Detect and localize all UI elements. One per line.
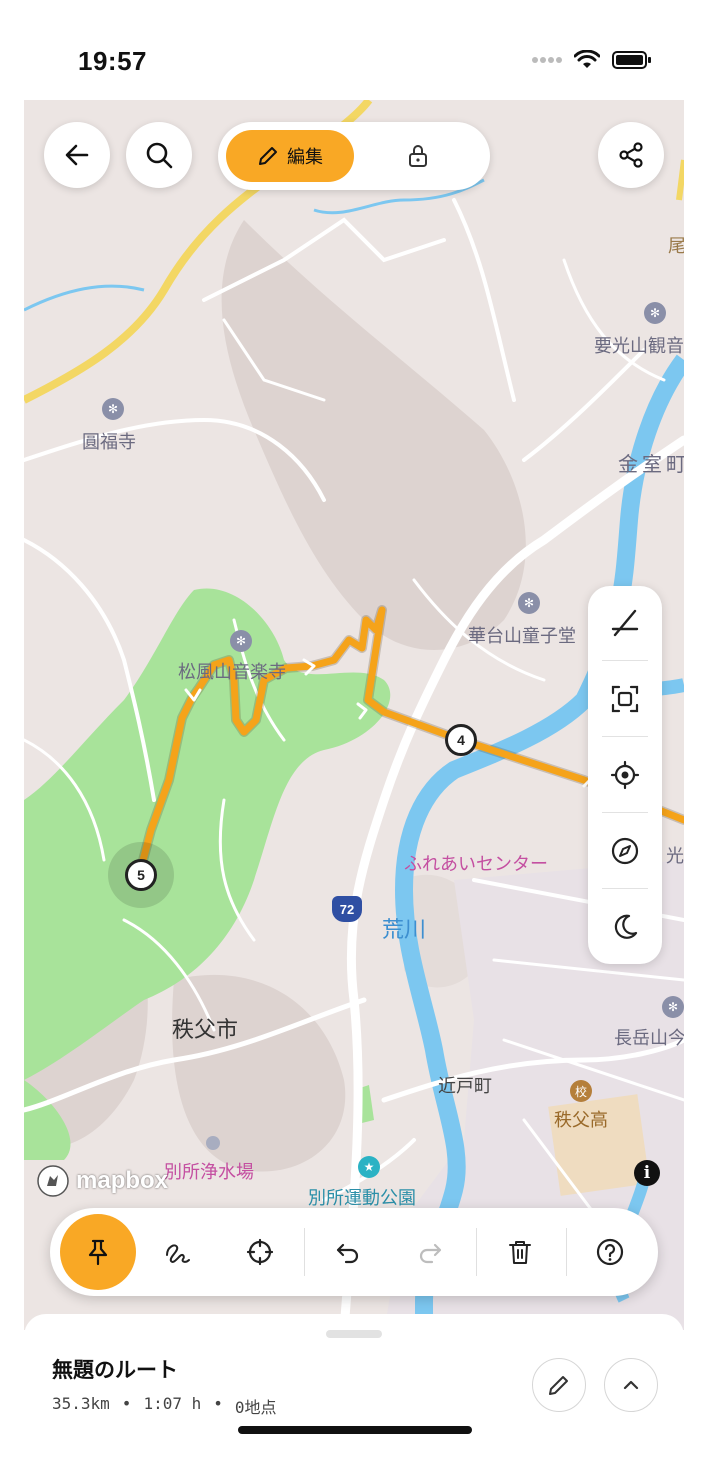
locate-button[interactable]: [588, 738, 662, 812]
park-poi-icon[interactable]: ★: [358, 1156, 380, 1178]
map-label-arakawa: 荒川: [382, 918, 427, 943]
crosshair-icon: [246, 1238, 274, 1266]
map-label-kadaizan: 華台山童子堂: [468, 626, 576, 647]
map-canvas: [24, 100, 684, 1330]
map-label-chougakusan: 長岳山今: [614, 1028, 684, 1049]
facility-poi-icon[interactable]: [206, 1136, 220, 1150]
route-title: 無題のルート: [52, 1358, 178, 1382]
help-icon: [596, 1238, 624, 1266]
school-poi-icon[interactable]: 校: [570, 1080, 592, 1102]
route-stats: 35.3km • 1:07 h • 0地点: [52, 1394, 277, 1418]
temple-poi-icon[interactable]: ✻: [102, 398, 124, 420]
route-line-off-icon: [611, 609, 639, 637]
mapbox-logo-text: mapbox: [76, 1167, 169, 1194]
share-button[interactable]: [598, 122, 664, 188]
status-bar: 19:57: [0, 0, 708, 100]
delete-button[interactable]: [498, 1230, 542, 1274]
search-icon: [146, 142, 173, 169]
redo-button[interactable]: [408, 1230, 452, 1274]
signal-dots-icon: [532, 57, 562, 63]
search-button[interactable]: [126, 122, 192, 188]
map-label-ogura: 尾: [668, 236, 684, 257]
undo-icon: [336, 1243, 359, 1264]
mapbox-logo: mapbox: [36, 1164, 168, 1198]
arrow-left-icon: [65, 144, 89, 166]
map-label-bessho-jousui: 別所浄水場: [164, 1162, 254, 1183]
map-label-fureai: ふれあいセンター: [404, 854, 548, 875]
locate-icon: [610, 760, 640, 790]
toolbar-separator: [476, 1228, 477, 1276]
temple-poi-icon[interactable]: ✻: [644, 302, 666, 324]
temple-poi-icon[interactable]: ✻: [230, 630, 252, 652]
route-sheet[interactable]: 無題のルート 35.3km • 1:07 h • 0地点: [24, 1314, 684, 1472]
fit-bounds-button[interactable]: [588, 662, 662, 736]
dark-mode-button[interactable]: [588, 890, 662, 964]
undo-button[interactable]: [326, 1230, 370, 1274]
mapbox-logo-icon: [37, 1165, 69, 1197]
toolbar-separator: [304, 1228, 305, 1276]
back-button[interactable]: [44, 122, 110, 188]
edit-mode-label: 編集: [287, 147, 323, 168]
map-label-kanamuro: 金室町: [618, 452, 684, 476]
crosshair-tool-button[interactable]: [238, 1230, 282, 1274]
wifi-icon: [574, 50, 600, 68]
attribution-info-button[interactable]: i: [634, 1160, 660, 1186]
tool-separator: [602, 736, 648, 737]
lock-icon: [409, 145, 427, 167]
tool-separator: [602, 660, 648, 661]
map-label-enpukuji: 圓福寺: [82, 432, 136, 453]
help-button[interactable]: [588, 1230, 632, 1274]
route-line-toggle-button[interactable]: [588, 586, 662, 660]
map-label-chichibu-high: 秩父高: [554, 1110, 608, 1131]
map-label-chichibu-city: 秩父市: [172, 1018, 239, 1043]
temple-poi-icon[interactable]: ✻: [518, 592, 540, 614]
waypoint-marker[interactable]: 5: [125, 859, 157, 891]
map-tool-panel: [588, 586, 662, 964]
expand-sheet-button[interactable]: [604, 1358, 658, 1412]
compass-icon: [611, 837, 639, 865]
map-label-yokozan: 要光山観音: [594, 336, 684, 357]
stats-separator: •: [213, 1394, 223, 1413]
battery-icon: [612, 51, 651, 69]
chevron-up-icon: [623, 1380, 639, 1390]
redo-icon: [419, 1243, 442, 1264]
toolbar-separator: [566, 1228, 567, 1276]
road-number-shield: 72: [332, 896, 362, 922]
rename-route-button[interactable]: [532, 1358, 586, 1412]
tool-separator: [602, 888, 648, 889]
compass-button[interactable]: [588, 814, 662, 888]
map-label-hikari: 光: [666, 846, 684, 867]
pin-icon: [88, 1239, 108, 1266]
stats-separator: •: [121, 1394, 132, 1413]
freehand-icon: [166, 1244, 190, 1263]
route-point-count: 0地点: [234, 1398, 277, 1417]
tool-separator: [602, 812, 648, 813]
pencil-icon: [549, 1376, 568, 1395]
pencil-icon: [259, 147, 277, 165]
pin-tool-button[interactable]: [60, 1214, 136, 1290]
edit-toolbar: [50, 1208, 658, 1296]
map-label-chikado: 近戸町: [438, 1076, 492, 1097]
map-view[interactable]: ✻ ✻ ✻ ✻ ✻ 校 ★ 圓福寺 要光山観音 金室町 尾 松風山音楽寺 華台山…: [24, 100, 684, 1330]
edit-mode-button[interactable]: 編集: [226, 130, 354, 182]
temple-poi-icon[interactable]: ✻: [662, 996, 684, 1018]
freehand-tool-button[interactable]: [156, 1230, 200, 1274]
status-icons: [532, 50, 652, 70]
status-time: 19:57: [78, 46, 147, 76]
fit-bounds-icon: [611, 685, 639, 713]
map-label-shoufuzan: 松風山音楽寺: [178, 662, 286, 683]
map-label-bessho-park: 別所運動公園: [308, 1188, 416, 1209]
sheet-drag-handle[interactable]: [326, 1330, 382, 1338]
dark-mode-icon: [614, 914, 638, 939]
waypoint-marker[interactable]: 4: [445, 724, 477, 756]
lock-mode-button[interactable]: [398, 138, 438, 174]
share-icon: [619, 142, 643, 168]
route-duration: 1:07 h: [143, 1394, 202, 1413]
home-indicator[interactable]: [238, 1426, 472, 1434]
route-distance: 35.3km: [52, 1394, 110, 1413]
trash-icon: [509, 1241, 531, 1264]
mode-switch: 編集: [218, 122, 490, 190]
